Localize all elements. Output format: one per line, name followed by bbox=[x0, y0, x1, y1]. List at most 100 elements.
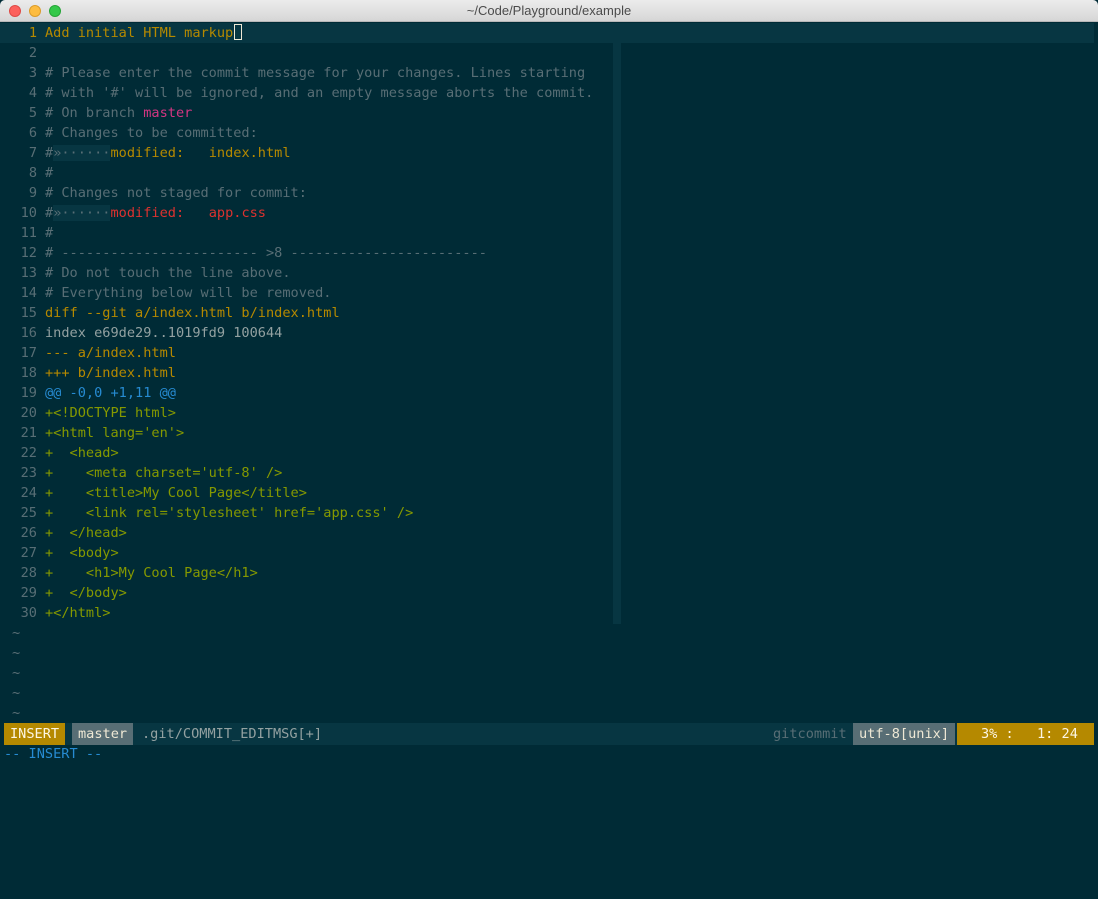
text-segment: modified: bbox=[110, 205, 209, 221]
line-text: index e69de29..1019fd9 100644 bbox=[45, 325, 282, 341]
text-segment: Add initial HTML markup bbox=[45, 25, 234, 41]
line-text: # Changes not staged for commit: bbox=[45, 185, 307, 201]
text-segment: # ------------------------ >8 ----------… bbox=[45, 245, 487, 261]
editor-line[interactable]: 25 + <link rel='stylesheet' href='app.css… bbox=[0, 503, 1098, 523]
editor-line[interactable]: 2 bbox=[0, 43, 1098, 63]
line-text: +<html lang='en'> bbox=[45, 425, 184, 441]
text-segment: # On branch bbox=[45, 105, 144, 121]
tilde-marker: ~ bbox=[12, 645, 21, 661]
editor-line[interactable]: 21 +<html lang='en'> bbox=[0, 423, 1098, 443]
line-number: 6 bbox=[28, 125, 37, 141]
editor-line[interactable]: 22 + <head> bbox=[0, 443, 1098, 463]
editor-line[interactable]: 30 +</html> bbox=[0, 603, 1098, 623]
text-segment: + </body> bbox=[45, 585, 127, 601]
tilde-marker: ~ bbox=[12, 665, 21, 681]
editor-line[interactable]: 26 + </head> bbox=[0, 523, 1098, 543]
line-text: #»······modified: app.css bbox=[45, 205, 266, 221]
text-segment: # Do not touch the line above. bbox=[45, 265, 291, 281]
text-segment: index e69de29..1019fd9 100644 bbox=[45, 325, 283, 341]
file-name: .git/COMMIT_EDITMSG[+] bbox=[142, 726, 323, 742]
git-branch-indicator: master bbox=[72, 723, 134, 745]
editor-line[interactable]: 11 # bbox=[0, 223, 1098, 243]
text-segment: # Please enter the commit message for yo… bbox=[45, 65, 586, 81]
vim-editor-buffer[interactable]: 1 Add initial HTML markup 2 3 # Please enter… bbox=[0, 23, 1098, 723]
line-column: 1: 24 bbox=[1037, 726, 1078, 742]
editor-line[interactable]: 8 # bbox=[0, 163, 1098, 183]
command-line[interactable]: -- INSERT -- bbox=[4, 745, 102, 765]
line-number: 13 bbox=[20, 265, 37, 281]
line-number: 27 bbox=[20, 545, 37, 561]
tilde-marker: ~ bbox=[12, 685, 21, 701]
editor-line[interactable]: 5 # On branch master bbox=[0, 103, 1098, 123]
editor-line[interactable]: 3 # Please enter the commit message for y… bbox=[0, 63, 1098, 83]
editor-line[interactable]: 1 Add initial HTML markup bbox=[0, 23, 1094, 43]
window-title: ~/Code/Playground/example bbox=[466, 3, 632, 18]
text-segment: # Changes to be committed: bbox=[45, 125, 258, 141]
tilde-marker: ~ bbox=[12, 705, 21, 721]
line-number: 30 bbox=[20, 605, 37, 621]
editor-line[interactable]: 19 @@ -0,0 +1,11 @@ bbox=[0, 383, 1098, 403]
editor-line[interactable]: 17 --- a/index.html bbox=[0, 343, 1098, 363]
text-segment: +++ b/index.html bbox=[45, 365, 176, 381]
editor-line[interactable]: 13 # Do not touch the line above. bbox=[0, 263, 1098, 283]
line-text: + <link rel='stylesheet' href='app.css' … bbox=[45, 505, 413, 521]
line-number: 17 bbox=[20, 345, 37, 361]
text-segment: # bbox=[45, 205, 54, 221]
line-text: #»······modified: index.html bbox=[45, 145, 291, 161]
line-number: 2 bbox=[28, 45, 37, 61]
editor-line[interactable]: 20 +<!DOCTYPE html> bbox=[0, 403, 1098, 423]
line-number: 10 bbox=[20, 205, 37, 221]
empty-buffer-line: ~ bbox=[0, 623, 1098, 643]
line-number: 3 bbox=[28, 65, 37, 81]
editor-line[interactable]: 9 # Changes not staged for commit: bbox=[0, 183, 1098, 203]
text-segment: + <title>My Cool Page</title> bbox=[45, 485, 307, 501]
editor-line[interactable]: 28 + <h1>My Cool Page</h1> bbox=[0, 563, 1098, 583]
line-number: 5 bbox=[28, 105, 37, 121]
editor-line[interactable]: 7 #»······modified: index.html bbox=[0, 143, 1098, 163]
editor-line[interactable]: 6 # Changes to be committed: bbox=[0, 123, 1098, 143]
line-number: 15 bbox=[20, 305, 37, 321]
line-text: # Everything below will be removed. bbox=[45, 285, 331, 301]
line-text: # with '#' will be ignored, and an empty… bbox=[45, 85, 593, 101]
line-number: 19 bbox=[20, 385, 37, 401]
line-number: 24 bbox=[20, 485, 37, 501]
text-segment: # bbox=[45, 225, 54, 241]
line-number: 9 bbox=[28, 185, 37, 201]
text-segment: @@ -0,0 +1,11 @@ bbox=[45, 385, 176, 401]
line-text: + </head> bbox=[45, 525, 127, 541]
text-segment: +<!DOCTYPE html> bbox=[45, 405, 176, 421]
line-text: --- a/index.html bbox=[45, 345, 176, 361]
scroll-percent: 3% : bbox=[981, 726, 1014, 742]
line-number: 4 bbox=[28, 85, 37, 101]
editor-line[interactable]: 4 # with '#' will be ignored, and an empt… bbox=[0, 83, 1098, 103]
filetype-indicator: gitcommit bbox=[773, 726, 847, 742]
empty-buffer-line: ~ bbox=[0, 703, 1098, 723]
editor-line[interactable]: 29 + </body> bbox=[0, 583, 1098, 603]
text-segment: index.html bbox=[208, 145, 291, 161]
editor-line[interactable]: 16 index e69de29..1019fd9 100644 bbox=[0, 323, 1098, 343]
cursor-position: 3% : 1: 24 bbox=[957, 723, 1094, 745]
text-segment: +<html lang='en'> bbox=[45, 425, 185, 441]
line-number: 18 bbox=[20, 365, 37, 381]
line-text: + <head> bbox=[45, 445, 119, 461]
line-number: 26 bbox=[20, 525, 37, 541]
line-number: 16 bbox=[20, 325, 37, 341]
title-bar: ~/Code/Playground/example bbox=[0, 0, 1098, 22]
editor-line[interactable]: 18 +++ b/index.html bbox=[0, 363, 1098, 383]
editor-line[interactable]: 24 + <title>My Cool Page</title> bbox=[0, 483, 1098, 503]
line-text: +++ b/index.html bbox=[45, 365, 176, 381]
text-segment: # bbox=[45, 165, 54, 181]
editor-line[interactable]: 12 # ------------------------ >8 --------… bbox=[0, 243, 1098, 263]
editor-line[interactable]: 14 # Everything below will be removed. bbox=[0, 283, 1098, 303]
editor-line[interactable]: 27 + <body> bbox=[0, 543, 1098, 563]
editor-line[interactable]: 23 + <meta charset='utf-8' /> bbox=[0, 463, 1098, 483]
line-text: + <title>My Cool Page</title> bbox=[45, 485, 307, 501]
line-text: + </body> bbox=[45, 585, 127, 601]
line-number: 8 bbox=[28, 165, 37, 181]
empty-buffer-line: ~ bbox=[0, 643, 1098, 663]
text-segment: + <head> bbox=[45, 445, 119, 461]
editor-line[interactable]: 15 diff --git a/index.html b/index.html bbox=[0, 303, 1098, 323]
line-text: +</html> bbox=[45, 605, 110, 621]
empty-buffer-line: ~ bbox=[0, 663, 1098, 683]
editor-line[interactable]: 10 #»······modified: app.css bbox=[0, 203, 1098, 223]
